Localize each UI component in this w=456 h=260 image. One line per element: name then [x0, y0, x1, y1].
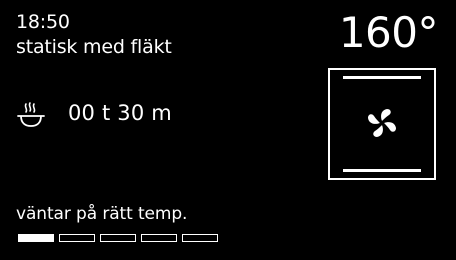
- cooking-mode-label[interactable]: statisk med fläkt: [16, 35, 172, 59]
- oven-screen: 18:50 statisk med fläkt 160° 00 t 30 m v…: [0, 0, 456, 260]
- oven-heating-indicator: [328, 68, 436, 180]
- fan-icon: [368, 109, 396, 137]
- progress-segment: [182, 234, 218, 242]
- cooking-pot-steam-icon: [17, 102, 45, 127]
- progress-segment: [59, 234, 95, 242]
- progress-segment: [100, 234, 136, 242]
- set-temperature[interactable]: 160°: [339, 10, 439, 56]
- progress-segment: [18, 234, 54, 242]
- progress-segment: [141, 234, 177, 242]
- clock-time: 18:50: [16, 11, 70, 33]
- preheat-status: väntar på rätt temp.: [16, 204, 188, 224]
- bottom-heating-element: [343, 169, 421, 172]
- preheat-progress: [18, 234, 218, 242]
- top-heating-element: [343, 76, 421, 79]
- cooking-timer[interactable]: 00 t 30 m: [68, 100, 172, 126]
